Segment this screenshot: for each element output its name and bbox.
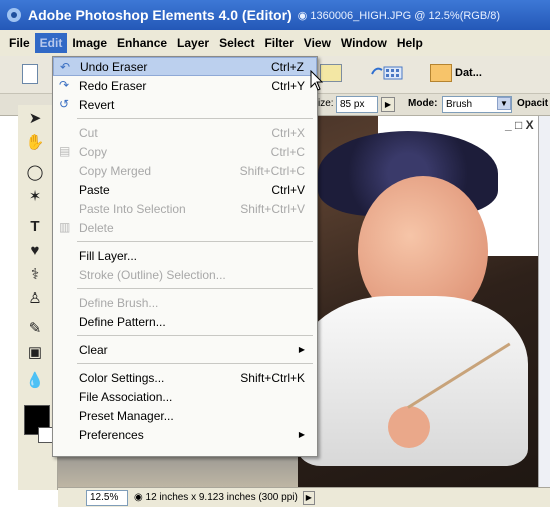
menu-help[interactable]: Help [392, 33, 428, 53]
menu-item-file-association[interactable]: File Association... [53, 387, 317, 406]
blur-tool-icon[interactable]: 💧 [24, 371, 46, 391]
menu-filter[interactable]: Filter [259, 33, 298, 53]
undo-icon: ↶ [60, 60, 71, 74]
menu-window[interactable]: Window [336, 33, 392, 53]
status-menu-arrow-icon[interactable]: ▶ [302, 490, 315, 505]
menu-item-copy-merged[interactable]: Copy Merged Shift+Ctrl+C [53, 161, 317, 180]
status-bar: 12.5% ◉ 12 inches x 9.123 inches (300 pp… [58, 487, 550, 507]
zoom-field[interactable]: 12.5% [86, 489, 128, 506]
menu-item-revert[interactable]: ↺ Revert [53, 95, 317, 114]
spot-healing-tool-icon[interactable]: ⚕ [24, 265, 46, 285]
revert-icon: ↺ [59, 97, 70, 111]
edit-menu: ↶ Undo Eraser Ctrl+Z ↷ Redo Eraser Ctrl+… [52, 56, 318, 457]
menu-item-redo-eraser[interactable]: ↷ Redo Eraser Ctrl+Y [53, 76, 317, 95]
clone-stamp-tool-icon[interactable]: ♙ [24, 289, 46, 309]
date-view-label: Dat... [455, 67, 482, 79]
title-bar: Adobe Photoshop Elements 4.0 (Editor) ◉ … [0, 0, 550, 30]
menu-separator [77, 335, 313, 336]
submenu-arrow-icon: ▶ [298, 430, 305, 439]
menu-item-color-settings[interactable]: Color Settings... Shift+Ctrl+K [53, 368, 317, 387]
menu-view[interactable]: View [299, 33, 336, 53]
magic-wand-tool-icon[interactable]: ✶ [24, 187, 46, 207]
size-slider-arrow-icon[interactable]: ▶ [381, 97, 395, 112]
menu-item-paste-into-selection[interactable]: Paste Into Selection Shift+Ctrl+V [53, 199, 317, 218]
menu-separator [77, 288, 313, 289]
menu-item-preset-manager[interactable]: Preset Manager... [53, 406, 317, 425]
delete-icon: ▥ [59, 220, 71, 234]
type-tool-icon[interactable]: T [24, 217, 46, 237]
menu-item-fill-layer[interactable]: Fill Layer... [53, 246, 317, 265]
menu-item-paste[interactable]: Paste Ctrl+V [53, 180, 317, 199]
menu-item-clear[interactable]: Clear ▶ [53, 340, 317, 359]
menu-item-define-pattern[interactable]: Define Pattern... [53, 312, 317, 331]
app-logo-icon [7, 8, 21, 22]
lasso-tool-icon[interactable]: ◯ [24, 163, 46, 183]
redo-icon: ↷ [59, 78, 70, 92]
menu-item-undo-eraser[interactable]: ↶ Undo Eraser Ctrl+Z [53, 57, 317, 76]
menu-item-preferences[interactable]: Preferences ▶ [53, 425, 317, 444]
menu-file[interactable]: File [4, 33, 35, 53]
copy-icon: ▤ [59, 144, 71, 158]
menu-item-stroke-selection[interactable]: Stroke (Outline) Selection... [53, 265, 317, 284]
new-file-icon[interactable] [22, 64, 38, 84]
red-eye-tool-icon[interactable]: ♥ [24, 241, 46, 261]
gradient-tool-icon[interactable]: ▣ [24, 343, 46, 363]
mouse-pointer-icon [310, 70, 324, 91]
menu-separator [77, 241, 313, 242]
brush-size-field[interactable]: 85 px [336, 96, 378, 113]
document-window-controls[interactable]: _ □ X [505, 118, 534, 132]
size-label: ize: [318, 98, 334, 109]
organizer-icon[interactable] [370, 64, 404, 82]
menu-select[interactable]: Select [214, 33, 259, 53]
menu-edit[interactable]: Edit [34, 33, 68, 53]
calendar-icon [430, 64, 452, 82]
menu-item-cut[interactable]: Cut Ctrl+X [53, 123, 317, 142]
app-title: Adobe Photoshop Elements 4.0 (Editor) [28, 7, 292, 23]
date-view-button[interactable]: Dat... [430, 64, 482, 82]
menu-enhance[interactable]: Enhance [112, 33, 172, 53]
menu-separator [77, 118, 313, 119]
document-title: ◉ 1360006_HIGH.JPG @ 12.5%(RGB/8) [297, 9, 501, 22]
vertical-scrollbar[interactable] [538, 116, 550, 487]
chevron-down-icon[interactable]: ▼ [497, 97, 511, 110]
menu-item-delete[interactable]: ▥ Delete [53, 218, 317, 237]
menu-item-define-brush[interactable]: Define Brush... [53, 293, 317, 312]
menu-separator [77, 363, 313, 364]
mode-label: Mode: [408, 98, 438, 109]
document-info: ◉ 12 inches x 9.123 inches (300 ppi) [134, 492, 298, 503]
menu-bar: File Edit Image Enhance Layer Select Fil… [0, 30, 550, 56]
menu-item-copy[interactable]: ▤ Copy Ctrl+C [53, 142, 317, 161]
menu-image[interactable]: Image [67, 33, 112, 53]
opacity-label: Opacit [517, 98, 549, 109]
submenu-arrow-icon: ▶ [298, 345, 305, 354]
pencil-tool-icon[interactable]: ✎ [24, 319, 46, 339]
move-tool-icon[interactable]: ➤ [24, 109, 46, 129]
hand-tool-icon[interactable]: ✋ [24, 133, 46, 153]
menu-layer[interactable]: Layer [172, 33, 214, 53]
